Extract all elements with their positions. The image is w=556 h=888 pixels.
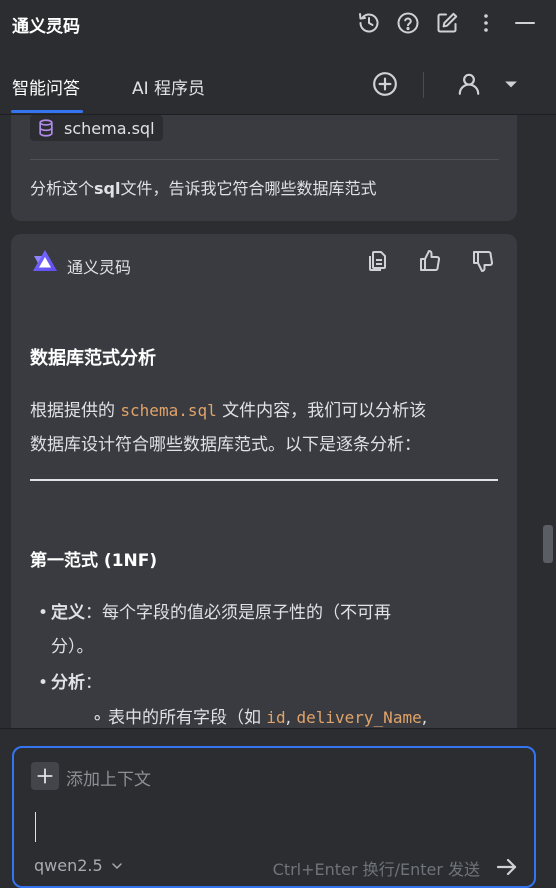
response-intro: 根据提供的 schema.sql 文件内容，我们可以分析该 数据库设计符合哪些数…	[30, 394, 500, 462]
intro-text-prefix: 根据提供的	[30, 401, 121, 421]
analysis-colon: ：	[85, 673, 102, 693]
active-tab-indicator	[11, 110, 83, 113]
chat-input-box[interactable]: 添加上下文 qwen2.5 Ctrl+Enter 换行/Enter 发送	[12, 746, 536, 888]
horizontal-rule	[30, 479, 498, 481]
fields-separator: ,	[285, 708, 297, 728]
help-icon[interactable]	[395, 10, 421, 36]
account-dropdown-icon[interactable]	[497, 70, 525, 98]
fields-code-delivery-name: delivery_Name	[296, 708, 422, 727]
user-question: 分析这个sql文件，告诉我它符合哪些数据库范式	[30, 175, 377, 199]
question-text-bold: sql	[94, 179, 121, 198]
chevron-down-icon	[111, 862, 122, 869]
list-item-definition: 定义：每个字段的值必须是原子性的（不可再 分）。	[38, 596, 471, 664]
tab-separator	[423, 72, 424, 98]
response-heading: 数据库范式分析	[30, 348, 156, 369]
database-icon	[39, 119, 53, 137]
definition-text-line2: 分）。	[51, 637, 94, 657]
model-selector[interactable]: qwen2.5	[34, 856, 125, 875]
analysis-label: 分析	[51, 673, 85, 693]
question-text-prefix: 分析这个	[30, 179, 95, 198]
thumbs-up-icon[interactable]	[417, 248, 443, 274]
user-account-icon[interactable]	[455, 70, 483, 98]
more-options-icon[interactable]	[473, 10, 499, 36]
fields-code-id: id	[266, 708, 286, 727]
user-message-card: schema.sql 分析这个sql文件，告诉我它符合哪些数据库范式	[11, 115, 517, 221]
fields-tail: ,	[421, 708, 428, 728]
send-arrow-icon	[496, 858, 517, 876]
section-title-1nf: 第一范式 (1NF)	[30, 551, 158, 571]
copy-icon[interactable]	[364, 248, 390, 274]
thumbs-down-icon[interactable]	[470, 248, 496, 274]
definition-label: 定义	[51, 603, 85, 623]
intro-text-suffix: 文件内容，我们可以分析该	[216, 401, 427, 421]
fields-text-prefix: 表中的所有字段（如	[108, 708, 267, 728]
text-cursor	[35, 812, 36, 842]
history-icon[interactable]	[356, 10, 382, 36]
chat-history[interactable]: schema.sql 分析这个sql文件，告诉我它符合哪些数据库范式 通义灵码	[0, 115, 556, 728]
ai-sender-name: 通义灵码	[67, 258, 132, 277]
ai-message-card: 通义灵码 数据库范式分析 根据提供的 schema.sql 文件内容，我们可以分…	[11, 234, 517, 728]
intro-text-line2: 数据库设计符合哪些数据库范式。以下是逐条分析：	[30, 435, 421, 455]
chat-scrollbar-thumb[interactable]	[543, 525, 553, 563]
edit-icon[interactable]	[434, 10, 460, 36]
attached-file-chip[interactable]: schema.sql	[30, 115, 163, 141]
question-text-suffix: 文件，告诉我它符合哪些数据库范式	[120, 179, 377, 198]
add-context-label[interactable]: 添加上下文	[66, 765, 151, 790]
tab-smart-qa[interactable]: 智能问答	[12, 74, 80, 99]
definition-text: ：每个字段的值必须是原子性的（不可再	[85, 603, 391, 623]
app-title: 通义灵码	[12, 17, 80, 37]
plus-icon	[37, 768, 53, 784]
user-message-divider	[30, 159, 499, 160]
attached-file-name: schema.sql	[64, 118, 155, 138]
new-chat-icon[interactable]	[371, 70, 399, 98]
tab-bar: 智能问答 AI 程序员	[0, 58, 556, 115]
send-shortcut-hint: Ctrl+Enter 换行/Enter 发送	[272, 860, 480, 879]
add-context-button[interactable]	[31, 762, 59, 790]
send-button[interactable]	[494, 854, 520, 880]
model-name: qwen2.5	[34, 856, 103, 875]
list-subitem-fields: 表中的所有字段（如 id, delivery_Name,	[92, 701, 428, 728]
minimize-icon[interactable]	[512, 10, 538, 36]
intro-inline-code: schema.sql	[120, 401, 217, 420]
tab-ai-programmer[interactable]: AI 程序员	[132, 74, 205, 99]
title-bar: 通义灵码	[0, 0, 556, 48]
input-divider	[0, 728, 556, 729]
list-item-analysis: 分析：	[38, 666, 471, 700]
tongyi-logo-icon	[33, 250, 57, 271]
